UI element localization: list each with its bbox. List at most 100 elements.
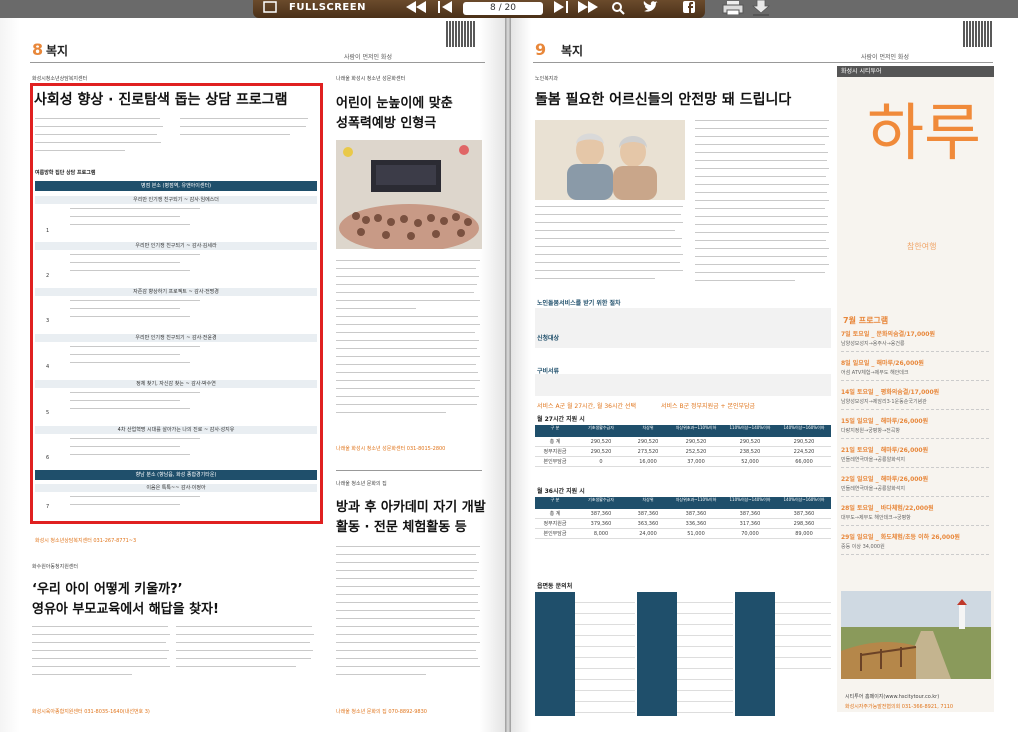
program-item: 7일 토요일 _ 문화의숨결/17,000원남양성모성지→용주사→융건릉 — [841, 330, 989, 352]
program-route: 남양성모성지→제암리3·1운동순국기념관 — [841, 399, 927, 405]
table-cell: 290,520 — [575, 438, 627, 447]
info-heading: 신청대상 — [537, 335, 560, 342]
table-cell: 52,000 — [723, 458, 777, 467]
table-cell: 0 — [575, 458, 627, 467]
table-header-cell: 구 분 — [535, 497, 575, 509]
table-sub-header: 이음은 톡톡~~ 감사·이정아 — [35, 484, 317, 492]
table-row — [70, 346, 210, 376]
left-page[interactable]: 8 복지 사람이 먼저인 화성 화성시청소년상담복지센터 사회성 향상 · 진로… — [0, 18, 505, 732]
article-title: 돌봄 필요한 어르신들의 안전망 돼 드립니다 — [535, 92, 792, 108]
program-route: 어섬 ATV체험→제부도 해안데크 — [841, 370, 909, 376]
brand-calligraphy: 하루 — [867, 96, 982, 169]
table-title: 월 36시간 지원 시 — [537, 488, 585, 495]
table-caption: 여름방학 집단 상담 프로그램 — [35, 170, 96, 176]
article-title: 어린이 눈높이에 맞춘 성폭력예방 인형극 — [336, 96, 453, 131]
last-page-icon[interactable] — [575, 1, 601, 17]
table-sub-header: 우리만 인기쟁 친구되기 ~ 감사·김세라 — [35, 242, 317, 250]
table-row — [70, 438, 210, 468]
table-header-cell: 차상위 — [627, 497, 669, 509]
section-title: 복지 — [46, 44, 69, 58]
table-header-cell: 110%이상~140%이하 — [723, 425, 777, 437]
facebook-icon[interactable] — [679, 1, 699, 17]
program-item: 14일 토요일 _ 평화의숨결/17,000원 남양성모성지→제암리3·1운동순국… — [841, 388, 989, 410]
program-route: 남양성모성지→용주사→융건릉 — [841, 341, 905, 347]
table-row — [70, 254, 210, 284]
article-tag: 화성시청소년상담복지센터 — [32, 76, 88, 82]
section-title: 복지 — [561, 44, 584, 58]
table-row-number: 5 — [46, 410, 50, 416]
table-cell: 290,520 — [669, 438, 723, 447]
table-bar-main: 병점 본소 (병점역, 유앤아이센터) — [35, 181, 317, 191]
fullscreen-button[interactable]: FULLSCREEN — [289, 0, 366, 16]
table-cell: 본인부담금 — [535, 530, 575, 539]
table-cell: 317,360 — [723, 520, 777, 529]
article-tag: 나래울 화성시 청소년 성문화센터 — [336, 76, 406, 82]
elderly-couple-photo — [535, 120, 685, 200]
table-cell: 224,520 — [777, 448, 831, 457]
program-route: 다랑지정원→궁평항→전곡항 — [841, 428, 900, 434]
article-tag: 나래울 청소년 문화의 집 — [336, 481, 387, 487]
article-title: 방과 후 아카데미 자기 개발 활동 · 전문 체험활동 등 — [336, 500, 486, 535]
table-cell: 51,000 — [669, 530, 723, 539]
article-title: ‘우리 아이 어떻게 키울까?’ 영유아 부모교육에서 해답을 찾자! — [32, 582, 219, 617]
header-rule — [30, 62, 485, 63]
table-cell: 298,360 — [777, 520, 831, 529]
download-icon[interactable] — [751, 0, 771, 16]
table-cell: 238,520 — [723, 448, 777, 457]
program-date: 15일 일요일 _ 해마루/26,000원 — [841, 418, 929, 425]
first-page-icon[interactable] — [435, 1, 455, 17]
article-body — [336, 546, 482, 696]
table-title: 월 27시간 지원 시 — [537, 416, 585, 423]
program-date: 7일 토요일 _ 문화의숨결/17,000원 — [841, 331, 935, 338]
next-page-icon[interactable] — [551, 1, 571, 17]
page-counter-input[interactable]: 8 / 20 — [463, 2, 543, 15]
table-header-cell: 구 분 — [535, 425, 575, 437]
table-cell: 379,360 — [575, 520, 627, 529]
table-sub-header: 정체 찾기, 자신감 찾는 ~ 감사·박수연 — [35, 380, 317, 388]
table-row-number: 1 — [46, 228, 50, 234]
print-icon[interactable] — [722, 0, 744, 16]
program-item: 21일 토요일 _ 해마루/26,000원 민들레연극마을→공룡알화석지 — [841, 446, 989, 468]
table-row — [70, 496, 210, 520]
table-cell: 37,000 — [669, 458, 723, 467]
twitter-icon[interactable] — [641, 1, 661, 17]
program-date: 22일 일요일 _ 해마루/26,000원 — [841, 476, 929, 483]
search-icon[interactable] — [609, 1, 627, 17]
table-cell: 290,520 — [575, 448, 627, 457]
article-body — [336, 260, 482, 440]
sidebar-heading: 화성시 시티투어 — [837, 66, 994, 77]
article-body — [180, 118, 312, 148]
table-cell: 273,520 — [627, 448, 669, 457]
table-header-cell: 140%이상~160%이하 — [777, 425, 831, 437]
brand-subtitle: 참한여행 — [907, 242, 937, 251]
table-cell: 290,520 — [777, 438, 831, 447]
table-row-number: 7 — [46, 504, 50, 510]
article-body — [176, 626, 316, 696]
info-heading: 노인돌봄서비스를 받기 위한 절차 — [537, 300, 621, 307]
viewer-toolbar: FULLSCREEN 8 / 20 — [253, 0, 705, 18]
table-header-cell: 기초생활수급자 — [575, 425, 627, 437]
table-cell: 총 계 — [535, 510, 575, 519]
contact-text: 나래울 화성시 청소년 성문화센터 031-8015-2800 — [336, 446, 446, 452]
table-row-number: 3 — [46, 318, 50, 324]
info-box — [535, 374, 831, 396]
page-number: 8 — [32, 40, 44, 59]
article-rule — [336, 470, 482, 471]
table-row-number: 6 — [46, 455, 50, 461]
right-page[interactable]: 9 복지 사람이 먼저인 화성 노인복지과 돌봄 필요한 어르신들의 안전망 돼… — [511, 18, 1018, 732]
table-cell: 387,360 — [777, 510, 831, 519]
fullscreen-icon[interactable] — [259, 1, 281, 17]
program-route: 민들레연극마을→공룡알화석지 — [841, 457, 905, 463]
table-cell: 본인부담금 — [535, 458, 575, 467]
previous-page-icon[interactable] — [403, 1, 429, 17]
program-route: 중등 이상 34,000원 — [841, 544, 885, 550]
table-cell: 70,000 — [723, 530, 777, 539]
article-body — [35, 118, 165, 158]
article-tag: 노인복지과 — [535, 76, 559, 82]
table-cell: 336,360 — [669, 520, 723, 529]
header-tag: 사람이 먼저인 화성 — [344, 54, 392, 61]
table-sub-header: 우리만 인기쟁 친구되기 ~ 감사·전윤경 — [35, 334, 317, 342]
table-cell: 387,360 — [575, 510, 627, 519]
table-bar-second: 향남 분소 (향남읍, 화성 종합경기타운) — [35, 470, 317, 480]
table-cell: 89,000 — [777, 530, 831, 539]
